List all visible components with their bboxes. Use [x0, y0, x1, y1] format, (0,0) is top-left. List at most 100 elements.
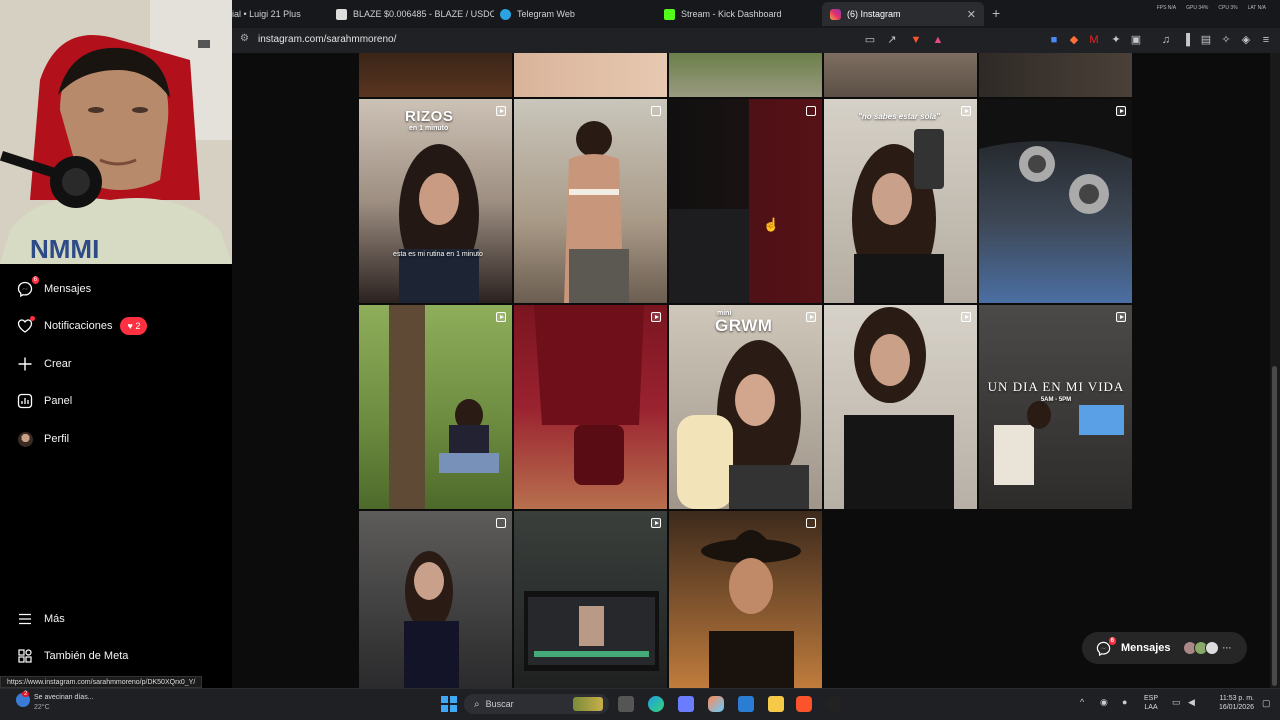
new-tab-button[interactable]: + — [992, 5, 1000, 21]
snipping-tool-icon[interactable] — [678, 696, 694, 712]
notification-count: 2 — [135, 321, 141, 331]
url-field[interactable]: instagram.com/sarahmmoreno/ — [258, 34, 396, 45]
screenshot-icon[interactable]: ▣ — [1130, 34, 1142, 46]
system-stats: FPS N/A GPU 34% CPU 3% LAT N/A — [1157, 5, 1266, 11]
site-settings-icon[interactable]: ⚙ — [240, 33, 249, 44]
tray-app-icon[interactable]: ◉ — [1100, 697, 1108, 708]
task-view-icon[interactable] — [618, 696, 634, 712]
wallet-icon[interactable]: ▤ — [1200, 34, 1212, 46]
sidebar-item-mas[interactable]: Más — [16, 610, 65, 628]
notification-center-icon[interactable]: ▢ — [1262, 698, 1271, 709]
more-dots-icon[interactable]: ··· — [1223, 643, 1232, 653]
post-tile[interactable] — [514, 305, 667, 509]
extension-icon[interactable]: ◆ — [1068, 34, 1080, 46]
edge-icon[interactable] — [648, 696, 664, 712]
messages-label: Mensajes — [1121, 642, 1171, 654]
post-tile-undia[interactable]: UN DIA EN MI VIDA 5AM - 5PM — [979, 305, 1132, 509]
puzzle-icon[interactable]: ✦ — [1110, 34, 1122, 46]
post-tile[interactable] — [359, 511, 512, 688]
cast-icon[interactable]: ▭ — [864, 34, 876, 46]
brave-rewards-icon[interactable]: ▲ — [932, 34, 944, 46]
tab-label: (6) Instagram — [847, 9, 901, 19]
sidebar-icon[interactable]: ▐ — [1180, 34, 1192, 46]
kick-icon — [664, 8, 675, 20]
post-tile[interactable] — [514, 99, 667, 303]
instagram-icon — [830, 8, 841, 20]
overlay-caption: "no sabes estar sola" — [858, 112, 940, 121]
stat-gpu: GPU 34% — [1186, 5, 1209, 11]
post-tile[interactable] — [824, 305, 977, 509]
page-icon — [336, 8, 347, 20]
store-icon[interactable] — [738, 696, 754, 712]
scrollbar-thumb[interactable] — [1272, 366, 1277, 686]
file-explorer-icon[interactable] — [768, 696, 784, 712]
extension-m-icon[interactable]: M — [1088, 34, 1100, 46]
volume-icon[interactable]: ◀ — [1188, 697, 1195, 708]
microphone-icon[interactable]: ● — [1122, 697, 1127, 707]
post-tile-sola[interactable]: "no sabes estar sola" — [824, 99, 977, 303]
post-tile[interactable] — [979, 53, 1132, 97]
post-tile[interactable] — [669, 53, 822, 97]
obs-icon[interactable] — [826, 696, 842, 712]
sidebar-item-panel[interactable]: Panel — [16, 392, 72, 410]
windows-start-icon[interactable] — [441, 696, 457, 712]
clock-time: 11:53 p. m. — [1219, 695, 1254, 702]
leo-icon[interactable]: ✧ — [1220, 34, 1232, 46]
tab-luigi[interactable]: ial • Luigi 21 Plus — [232, 2, 327, 26]
windows-taskbar — [0, 688, 1280, 720]
avatar — [1204, 641, 1219, 655]
post-tile[interactable] — [359, 53, 512, 97]
carousel-icon — [806, 518, 816, 528]
tab-instagram[interactable]: (6) Instagram ✕ — [822, 2, 984, 26]
messages-count-badge: 6 — [31, 276, 39, 284]
tab-blaze[interactable]: BLAZE $0.006485 - BLAZE / USDC on — [336, 2, 494, 26]
post-thumbnail — [534, 305, 644, 485]
tab-telegram[interactable]: Telegram Web — [500, 2, 650, 26]
network-icon[interactable]: ▭ — [1172, 697, 1181, 708]
close-tab-icon[interactable]: ✕ — [967, 8, 976, 21]
post-tile-rizos[interactable]: RIZOS en 1 minuto esta es mi rutina en 1… — [359, 99, 512, 303]
music-icon[interactable]: ♫ — [1160, 34, 1172, 46]
weather-text[interactable]: Se avecinan días... — [34, 694, 94, 701]
brave-shield-icon[interactable]: ▼ — [910, 34, 922, 46]
reel-icon — [496, 312, 506, 322]
sidebar-item-label: Perfil — [44, 433, 70, 445]
post-tile[interactable] — [514, 511, 667, 688]
post-tile[interactable] — [824, 53, 977, 97]
sidebar-item-perfil[interactable]: Perfil — [16, 430, 69, 448]
stat-cpu: CPU 3% — [1218, 5, 1238, 11]
post-tile[interactable]: ☝ — [669, 99, 822, 303]
post-tile-grwm[interactable]: mini GRWM — [669, 305, 822, 509]
sidebar-item-label: Crear — [44, 358, 72, 370]
vpn-icon[interactable]: ◈ — [1240, 34, 1252, 46]
post-tile[interactable] — [669, 511, 822, 688]
post-thumbnail — [524, 591, 659, 671]
sidebar-item-label: También de Meta — [44, 650, 129, 662]
link-preview-status: https://www.instagram.com/sarahmmoreno/p… — [0, 676, 203, 688]
sidebar-item-crear[interactable]: Crear — [16, 355, 72, 373]
search-icon: ⌕ — [474, 698, 480, 710]
tray-chevron-icon[interactable]: ^ — [1080, 697, 1084, 707]
telegram-icon — [500, 8, 511, 20]
sidebar-item-meta[interactable]: También de Meta — [16, 647, 128, 665]
overlay-subtitle: 5AM - 5PM — [1040, 397, 1072, 403]
brave-icon[interactable] — [796, 696, 812, 712]
tab-kick[interactable]: Stream - Kick Dashboard — [664, 2, 814, 26]
translate-icon[interactable]: ■ — [1048, 34, 1060, 46]
sidebar-item-mensajes[interactable]: 6 Mensajes — [16, 276, 92, 298]
sidebar-item-notificaciones[interactable]: Notificaciones ♥ 2 — [16, 316, 148, 335]
post-tile[interactable] — [359, 305, 512, 509]
clock[interactable]: 11:53 p. m. 16/01/2026 — [1210, 694, 1254, 712]
copilot-icon[interactable] — [708, 696, 724, 712]
post-thumbnail — [994, 401, 1124, 485]
meta-apps-icon — [16, 647, 34, 665]
post-tile[interactable] — [514, 53, 667, 97]
post-tile[interactable] — [979, 99, 1132, 303]
share-icon[interactable]: ↗ — [886, 34, 898, 46]
messages-floating-button[interactable]: 6 Mensajes ··· — [1082, 632, 1247, 664]
sidebar-item-label: Mensajes — [44, 283, 92, 295]
post-thumbnail — [669, 99, 822, 303]
menu-icon[interactable]: ≡ — [1260, 34, 1272, 46]
taskbar-search[interactable]: ⌕ Buscar — [464, 694, 609, 714]
language-indicator[interactable]: ESP LAA — [1144, 694, 1158, 712]
